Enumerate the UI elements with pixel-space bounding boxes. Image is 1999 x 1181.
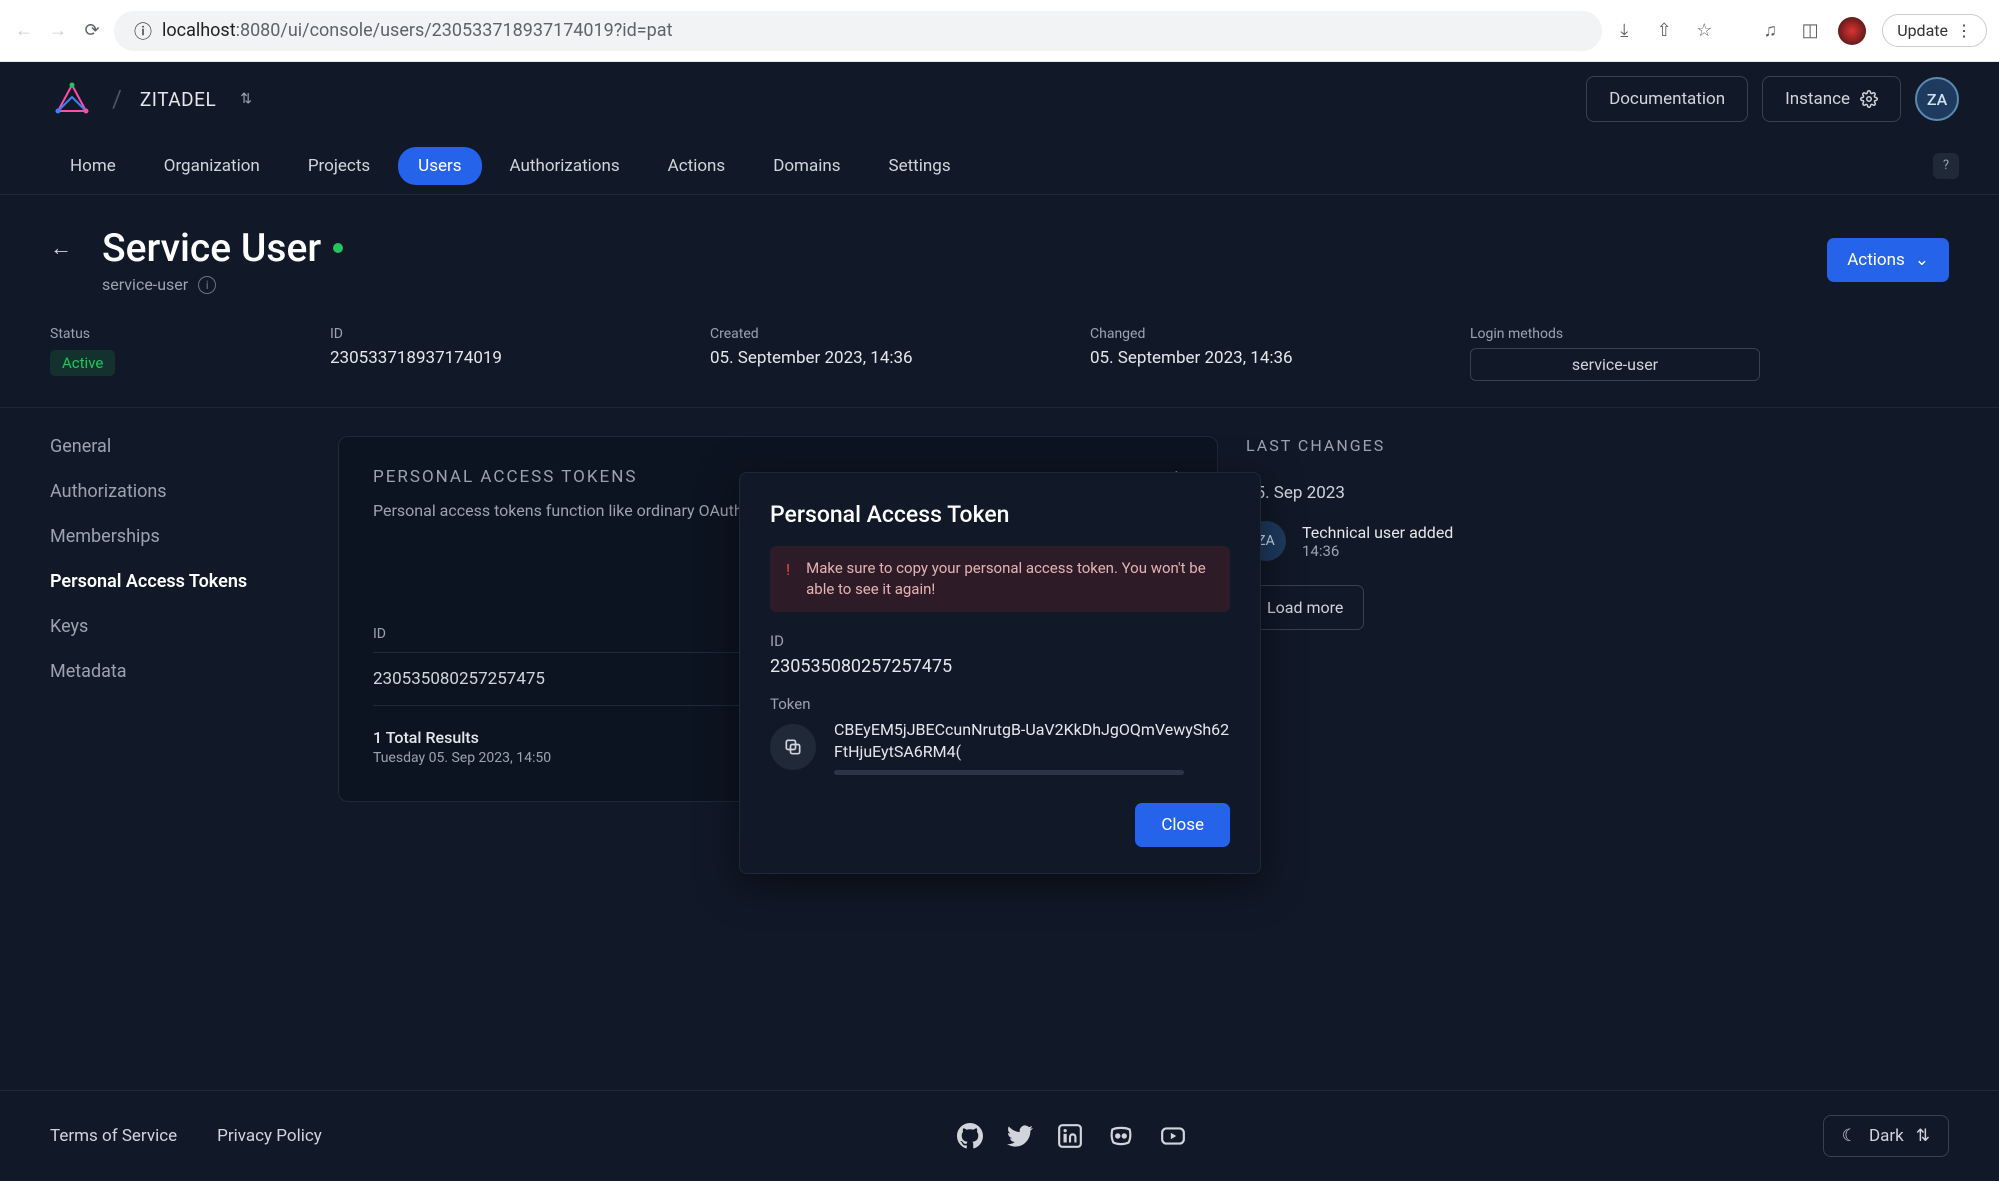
playlist-icon[interactable]: ♫ (1758, 20, 1782, 41)
load-more-button[interactable]: Load more (1246, 585, 1364, 630)
sidenav-item-personal-access-tokens[interactable]: Personal Access Tokens (50, 571, 310, 592)
gear-icon (1860, 90, 1878, 108)
nav-tab-projects[interactable]: Projects (288, 147, 390, 185)
nav-tab-authorizations[interactable]: Authorizations (490, 147, 640, 185)
nav-tab-home[interactable]: Home (50, 147, 136, 185)
total-results: 1 Total Results (373, 728, 551, 747)
user-avatar[interactable]: ZA (1915, 77, 1959, 121)
last-changes-date: 05. Sep 2023 (1246, 483, 1596, 503)
sidenav-item-keys[interactable]: Keys (50, 616, 310, 637)
warning-box: ! Make sure to copy your personal access… (770, 546, 1230, 612)
modal-title: Personal Access Token (770, 501, 1230, 528)
info-icon[interactable]: i (198, 276, 216, 294)
meta-changed-value: 05. September 2023, 14:36 (1090, 348, 1370, 368)
main-nav: HomeOrganizationProjectsUsersAuthorizati… (0, 137, 1999, 195)
meta-created-value: 05. September 2023, 14:36 (710, 348, 990, 368)
page-title: Service User (102, 225, 343, 271)
browser-forward-button[interactable]: → (46, 19, 70, 43)
meta-id-label: ID (330, 326, 610, 342)
sidenav-item-general[interactable]: General (50, 436, 310, 457)
change-entry-time: 14:36 (1302, 542, 1453, 560)
status-badge: Active (50, 350, 115, 376)
extensions-icon[interactable]: ◫ (1798, 20, 1822, 41)
browser-back-button[interactable]: ← (12, 19, 36, 43)
youtube-icon[interactable] (1159, 1123, 1187, 1149)
browser-profile-avatar[interactable] (1838, 17, 1866, 45)
browser-reload-button[interactable]: ⟳ (80, 19, 104, 43)
status-dot-icon (333, 243, 343, 253)
meta-login-label: Login methods (1470, 326, 1770, 342)
copy-token-button[interactable] (770, 724, 816, 770)
warning-icon: ! (786, 560, 790, 579)
login-method-value[interactable]: service-user (1470, 348, 1760, 381)
kebab-icon: ⋮ (1956, 21, 1972, 40)
chevron-down-icon: ⌄ (1915, 250, 1929, 270)
token-scrollbar[interactable] (834, 770, 1184, 775)
last-changes-panel: LAST CHANGES 05. Sep 2023 ZA Technical u… (1246, 436, 1596, 802)
change-entry-title: Technical user added (1302, 523, 1453, 542)
url-path: :8080/ui/console/users/23053371893717401… (236, 20, 673, 41)
modal-token-label: Token (770, 695, 1230, 713)
tos-link[interactable]: Terms of Service (50, 1126, 177, 1146)
modal-id-value: 230535080257257475 (770, 656, 1230, 677)
org-select-icon[interactable]: ⇅ (240, 91, 252, 107)
nav-tab-users[interactable]: Users (398, 147, 481, 185)
nav-tab-domains[interactable]: Domains (753, 147, 860, 185)
meta-created-label: Created (710, 326, 990, 342)
back-button[interactable]: ← (50, 235, 72, 261)
modal-id-label: ID (770, 632, 1230, 650)
browser-right-icons: ⤓ ⇧ ☆ ♫ ◫ Update ⋮ (1612, 14, 1987, 47)
token-modal: Personal Access Token ! Make sure to cop… (739, 472, 1261, 874)
actions-dropdown-button[interactable]: Actions ⌄ (1827, 238, 1949, 282)
browser-update-button[interactable]: Update ⋮ (1882, 14, 1987, 47)
meta-status-label: Status (50, 326, 230, 342)
side-nav: General Authorizations Memberships Personal… (50, 436, 310, 802)
sidenav-item-metadata[interactable]: Metadata (50, 661, 310, 682)
share-icon[interactable]: ⇧ (1652, 20, 1676, 41)
nav-tab-settings[interactable]: Settings (869, 147, 971, 185)
bookmark-icon[interactable]: ☆ (1692, 20, 1716, 41)
sidenav-item-memberships[interactable]: Memberships (50, 526, 310, 547)
warning-text: Make sure to copy your personal access t… (806, 558, 1214, 600)
token-value[interactable]: CBEyEM5jJBECcunNrutgB-UaV2KkDhJgOQmVewyS… (834, 719, 1230, 762)
moon-icon: ☾ (1842, 1126, 1857, 1146)
app-logo[interactable] (50, 77, 94, 121)
twitter-icon[interactable] (1007, 1123, 1033, 1149)
page-subtitle: service-user i (102, 275, 343, 294)
app-footer: Terms of Service Privacy Policy ☾ Dark ⇅ (0, 1090, 1999, 1181)
privacy-link[interactable]: Privacy Policy (217, 1126, 322, 1146)
url-host: localhost (162, 20, 236, 41)
select-caret-icon: ⇅ (1916, 1126, 1930, 1146)
github-icon[interactable] (957, 1123, 983, 1149)
help-button[interactable]: ? (1933, 153, 1959, 179)
site-info-icon[interactable]: ⓘ (134, 18, 152, 44)
app-header: / ZITADEL ⇅ Documentation Instance ZA (0, 62, 1999, 137)
change-entry[interactable]: ZA Technical user added 14:36 (1246, 521, 1596, 561)
install-icon[interactable]: ⤓ (1612, 20, 1636, 41)
org-name[interactable]: ZITADEL (140, 88, 216, 111)
card-title: PERSONAL ACCESS TOKENS (373, 467, 637, 487)
nav-tab-organization[interactable]: Organization (144, 147, 280, 185)
instance-button[interactable]: Instance (1762, 76, 1901, 122)
last-changes-title: LAST CHANGES (1246, 436, 1596, 455)
documentation-button[interactable]: Documentation (1586, 76, 1748, 122)
theme-switcher[interactable]: ☾ Dark ⇅ (1823, 1115, 1949, 1157)
nav-tab-actions[interactable]: Actions (648, 147, 746, 185)
org-divider: / (112, 85, 122, 113)
results-timestamp: Tuesday 05. Sep 2023, 14:50 (373, 750, 551, 766)
page-header: ← Service User service-user i Actions ⌄ … (0, 195, 1999, 408)
discord-icon[interactable] (1107, 1123, 1135, 1149)
browser-chrome: ← → ⟳ ⓘ localhost:8080/ui/console/users/… (0, 0, 1999, 62)
meta-id-value: 230533718937174019 (330, 348, 610, 368)
sidenav-item-authorizations[interactable]: Authorizations (50, 481, 310, 502)
linkedin-icon[interactable] (1057, 1123, 1083, 1149)
meta-changed-label: Changed (1090, 326, 1370, 342)
url-bar[interactable]: ⓘ localhost:8080/ui/console/users/230533… (114, 11, 1602, 51)
close-button[interactable]: Close (1135, 803, 1230, 847)
